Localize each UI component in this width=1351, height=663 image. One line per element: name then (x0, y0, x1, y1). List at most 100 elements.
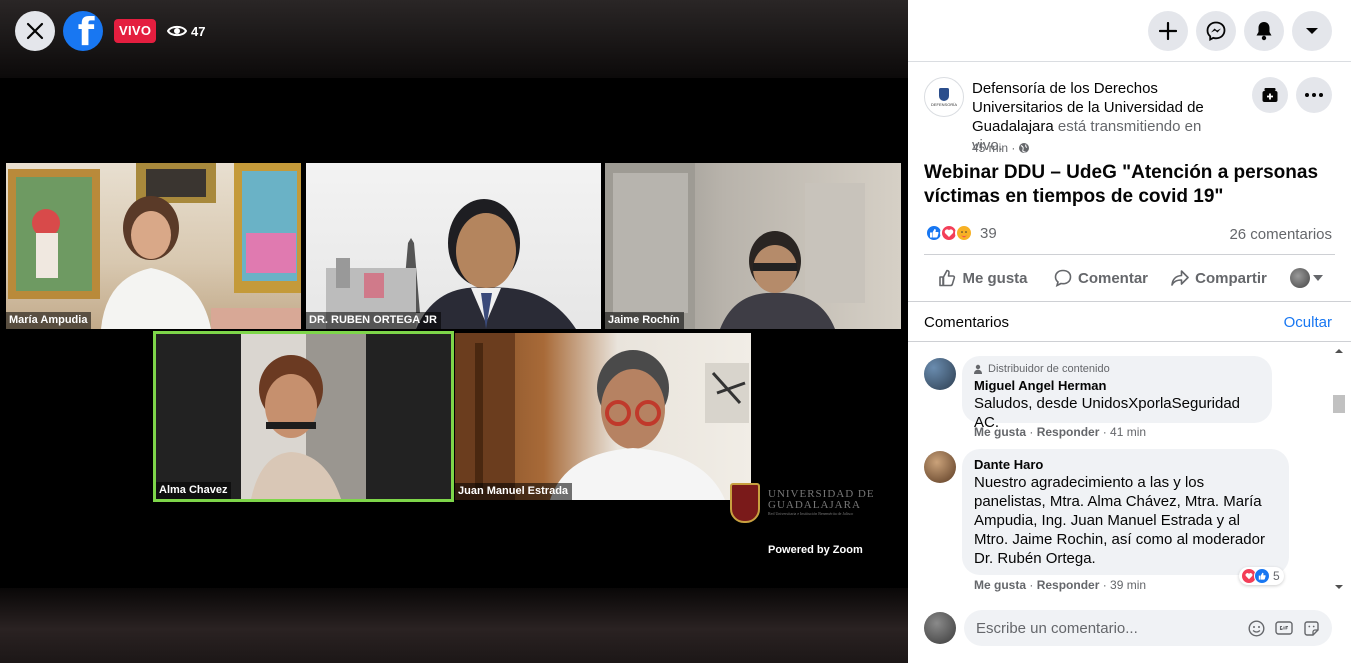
participant-tile: Juan Manuel Estrada (455, 333, 751, 500)
participant-video (455, 333, 749, 500)
participant-name: DR. RUBEN ORTEGA JR (306, 312, 441, 329)
comments-scrollbar[interactable] (1331, 346, 1347, 593)
viewer-count: 47 (167, 21, 205, 41)
comments-list[interactable]: Distribuidor de contenido Miguel Angel H… (908, 343, 1335, 595)
comment-author-avatar[interactable] (924, 358, 956, 390)
bell-icon (1256, 22, 1272, 41)
comment-author-name[interactable]: Dante Haro (974, 456, 1277, 473)
close-button[interactable] (15, 11, 55, 51)
university-watermark: UNIVERSIDAD DE GUADALAJARA Red Universit… (730, 483, 875, 523)
page-logo-mark (939, 87, 949, 101)
comment-count-link[interactable]: 26 comentarios (1229, 226, 1332, 243)
post-action-bar: Me gusta Comentar Compartir (924, 258, 1335, 298)
comment-composer[interactable] (964, 610, 1332, 646)
comment-author-name[interactable]: Miguel Angel Herman (974, 377, 1260, 394)
post-side-panel: DEFENSORÍA Defensoría de los Derechos Un… (908, 0, 1351, 663)
badge-label: Distribuidor de contenido (988, 363, 1110, 375)
content-distributor-badge: Distribuidor de contenido (974, 363, 1260, 375)
account-menu-button[interactable] (1292, 11, 1332, 51)
hide-comments-link[interactable]: Ocultar (1284, 314, 1332, 331)
like-reaction-icon (1254, 568, 1270, 584)
post-options-button[interactable] (1296, 77, 1332, 113)
share-button[interactable]: Compartir (1160, 269, 1278, 287)
react-as-selector[interactable] (1278, 268, 1335, 288)
watermark-line2: GUADALAJARA (768, 499, 861, 511)
comment-reaction-summary[interactable]: 5 (1239, 567, 1284, 585)
participant-name: Alma Chavez (156, 482, 232, 499)
thumbs-up-icon (939, 269, 956, 287)
comment-input[interactable] (976, 619, 1248, 637)
messenger-icon (1206, 21, 1226, 41)
like-label: Me gusta (962, 269, 1028, 287)
emoji-icon[interactable] (1248, 619, 1265, 637)
powered-by-zoom: Powered by Zoom (768, 544, 863, 556)
current-user-avatar[interactable] (924, 612, 956, 644)
composer-tools (1248, 619, 1320, 637)
globe-icon (1019, 143, 1030, 153)
eye-icon (167, 25, 187, 37)
participant-video (241, 334, 366, 499)
divider (908, 301, 1351, 302)
participant-video (8, 163, 301, 329)
care-reaction-icon (955, 224, 973, 242)
post-title: Webinar DDU – UdeG "Atención a personas … (924, 162, 1319, 207)
comment-like-link[interactable]: Me gusta (974, 425, 1026, 439)
participant-tile: Jaime Rochín (605, 163, 901, 329)
post-time-text: 45 min · (972, 141, 1016, 155)
header-actions (1148, 11, 1332, 51)
comment-reply-link[interactable]: Responder (1037, 425, 1100, 439)
participant-name: Jaime Rochín (605, 312, 684, 329)
share-arrow-icon (1171, 270, 1189, 286)
comment-author-avatar[interactable] (924, 451, 956, 483)
participant-video (326, 199, 576, 329)
caret-down-icon (1306, 28, 1318, 34)
scroll-up-arrow-icon[interactable] (1331, 346, 1347, 356)
divider (908, 341, 1351, 342)
comment-time[interactable]: 39 min (1110, 578, 1146, 592)
messenger-button[interactable] (1196, 11, 1236, 51)
comments-scroll-thumb[interactable] (1333, 395, 1345, 413)
reaction-summary[interactable]: 39 (925, 224, 997, 242)
more-dots-icon (1305, 93, 1323, 97)
scroll-down-arrow-icon[interactable] (1331, 582, 1347, 592)
comment-reaction-count: 5 (1273, 569, 1280, 583)
participant-tile: María Ampudia (6, 163, 301, 329)
page-avatar[interactable]: DEFENSORÍA (924, 77, 964, 117)
participant-tile-active-speaker: Alma Chavez (153, 331, 454, 502)
sticker-icon[interactable] (1303, 620, 1320, 637)
comment-bubble: Dante Haro Nuestro agradecimiento a las … (962, 449, 1289, 575)
university-shield-logo (730, 483, 760, 523)
comment-actions: Me gusta · Responder · 41 min (974, 425, 1147, 439)
save-post-button[interactable] (1252, 77, 1288, 113)
plus-icon (1159, 22, 1177, 40)
notifications-button[interactable] (1244, 11, 1284, 51)
share-label: Compartir (1195, 269, 1267, 287)
participant-name: Juan Manuel Estrada (455, 483, 573, 500)
person-icon (974, 364, 982, 374)
watermark-subtitle: Red Universitaria e Institución Beneméri… (768, 511, 854, 516)
viewer-count-value: 47 (191, 23, 206, 39)
close-icon (26, 22, 44, 40)
comment-reply-link[interactable]: Responder (1037, 578, 1100, 592)
like-button[interactable]: Me gusta (924, 269, 1042, 287)
comment-bubble: Distribuidor de contenido Miguel Angel H… (962, 356, 1272, 431)
comment-button[interactable]: Comentar (1042, 269, 1160, 287)
comments-heading: Comentarios (924, 314, 1010, 331)
facebook-logo[interactable]: f (63, 11, 103, 51)
live-video-area[interactable]: f VIVO 47 María Ampudia DR. RUBEN ORTEGA… (0, 0, 908, 663)
participant-name: María Ampudia (6, 312, 92, 329)
bookmark-icon (1262, 88, 1278, 102)
comment-actions: Me gusta · Responder · 39 min (974, 578, 1147, 592)
reaction-count: 39 (980, 224, 997, 242)
bottom-bar-gradient (0, 588, 908, 663)
post-timestamp[interactable]: 45 min · (972, 141, 1030, 155)
participant-tile: DR. RUBEN ORTEGA JR (306, 163, 601, 329)
caret-down-icon (1313, 275, 1323, 281)
comment-time[interactable]: 41 min (1110, 425, 1146, 439)
user-avatar (1290, 268, 1310, 288)
live-badge: VIVO (114, 19, 157, 43)
participant-video (605, 163, 865, 329)
comment-like-link[interactable]: Me gusta (974, 578, 1026, 592)
gif-icon[interactable] (1275, 620, 1293, 636)
create-button[interactable] (1148, 11, 1188, 51)
